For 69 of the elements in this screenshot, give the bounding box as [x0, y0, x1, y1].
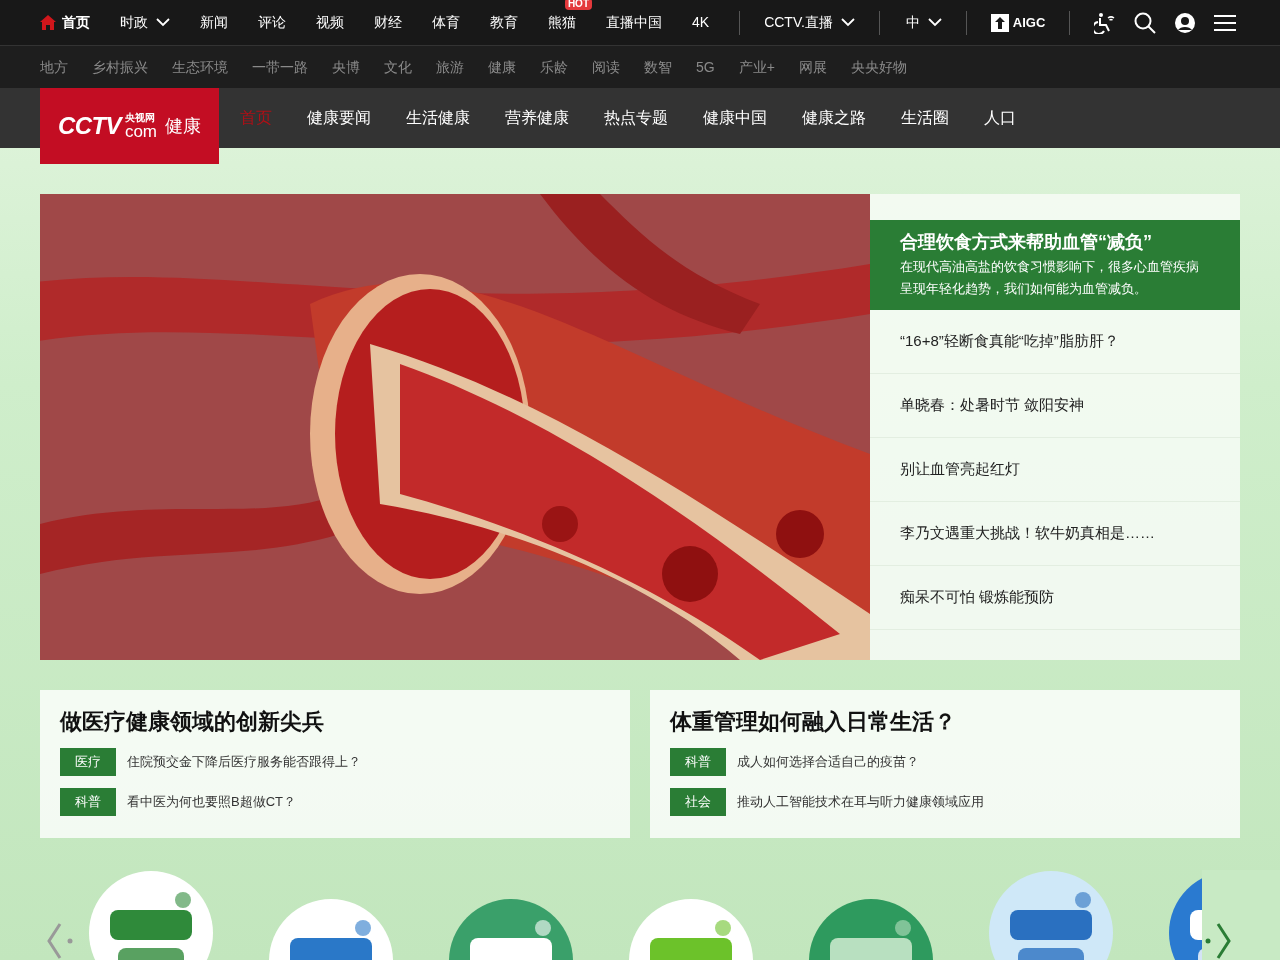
logo-domain: com: [124, 122, 158, 140]
hot-badge: HOT: [564, 0, 592, 10]
headline-link[interactable]: 别让血管亮起红灯: [870, 438, 1240, 502]
aigc-icon: [990, 13, 1009, 32]
category-tag: 科普: [60, 788, 116, 816]
aigc-logo[interactable]: AIGC: [990, 12, 1046, 33]
accessibility-icon[interactable]: [1094, 11, 1117, 34]
menu-icon[interactable]: [1214, 13, 1237, 32]
channel-link[interactable]: 5G: [696, 56, 715, 78]
channel-link[interactable]: 生态环境: [172, 56, 228, 78]
chevron-down-icon: [156, 18, 170, 27]
category-tag: 科普: [670, 748, 726, 776]
nav-link[interactable]: 直播中国: [606, 12, 662, 33]
nav-link[interactable]: 视频: [316, 12, 344, 33]
nav-link[interactable]: 教育: [490, 12, 518, 33]
channel-link[interactable]: 乡村振兴: [92, 56, 148, 78]
featured-headline[interactable]: 合理饮食方式来帮助血管“减负” 在现代高油高盐的饮食习惯影响下，很多心血管疾病呈现年轻化趋势，我们如何能为血管减负。: [870, 220, 1240, 310]
channel-link[interactable]: 央央好物: [850, 56, 907, 78]
nav-link[interactable]: 熊猫: [548, 12, 576, 33]
article-link[interactable]: 推动人工智能技术在耳与听力健康领域应用: [737, 792, 984, 812]
channel-link[interactable]: 乐龄: [540, 56, 568, 78]
section-tab[interactable]: 健康之路: [802, 106, 866, 130]
article-link[interactable]: 成人如何选择合适自己的疫苗？: [737, 752, 919, 772]
section-tab[interactable]: 营养健康: [505, 106, 569, 130]
live-dropdown[interactable]: CCTV.直播: [764, 12, 855, 33]
channel-link[interactable]: 产业+: [738, 56, 775, 78]
home-icon: [40, 15, 56, 30]
article-link[interactable]: 住院预交金下降后医疗服务能否跟得上？: [127, 752, 361, 772]
channel-link[interactable]: 阅读: [592, 56, 620, 78]
channel-link[interactable]: 旅游: [436, 56, 464, 78]
card-title: 做医疗健康领域的创新尖兵: [60, 708, 325, 736]
user-icon[interactable]: [1174, 11, 1197, 34]
channel-link[interactable]: 地方: [40, 56, 68, 78]
headline-link[interactable]: “16+8”轻断食真能“吃掉”脂肪肝？: [870, 310, 1240, 374]
section-tab[interactable]: 人口: [984, 106, 1016, 130]
nav-link[interactable]: 时政: [120, 12, 170, 33]
channel-link[interactable]: 网展: [798, 56, 827, 78]
headline-link[interactable]: 李乃文遇重大挑战！软牛奶真相是……: [870, 502, 1240, 566]
headline-link[interactable]: 单晓春：处暑时节 敛阳安神: [870, 374, 1240, 438]
headline-title: 合理饮食方式来帮助血管“减负”: [900, 231, 1153, 254]
channel-link[interactable]: 数智: [644, 56, 672, 78]
section-tab[interactable]: 生活健康: [406, 106, 470, 130]
nav-link[interactable]: 评论: [258, 12, 286, 33]
category-tag: 医疗: [60, 748, 116, 776]
nav-link[interactable]: 4K: [692, 12, 710, 33]
channel-link[interactable]: 一带一路: [252, 56, 308, 78]
article-link[interactable]: 看中医为何也要照B超做CT？: [127, 792, 296, 812]
section-tab[interactable]: 热点专题: [604, 106, 668, 130]
section-title: 健康: [165, 114, 202, 138]
nav-link[interactable]: 新闻: [200, 12, 228, 33]
card-title: 体重管理如何融入日常生活？: [670, 708, 957, 736]
headline-link[interactable]: 痴呆不可怕 锻炼能预防: [870, 566, 1240, 630]
channel-link[interactable]: 文化: [384, 56, 412, 78]
chevron-down-icon: [927, 18, 942, 27]
nav-link[interactable]: 首页: [40, 12, 90, 33]
logo-subtitle: 央视网: [124, 112, 156, 123]
nav-link[interactable]: 财经: [374, 12, 402, 33]
chevron-down-icon: [840, 18, 855, 27]
section-tab[interactable]: 健康中国: [703, 106, 767, 130]
cctv-wordmark: CCTV: [57, 111, 121, 141]
channel-link[interactable]: 健康: [488, 56, 516, 78]
language-dropdown[interactable]: 中: [905, 12, 942, 33]
section-tab[interactable]: 生活圈: [901, 106, 949, 130]
search-icon[interactable]: [1134, 11, 1157, 34]
headline-summary: 在现代高油高盐的饮食习惯影响下，很多心血管疾病呈现年轻化趋势，我们如何能为血管减负。: [900, 258, 1200, 298]
channel-link[interactable]: 央博: [332, 56, 360, 78]
category-tag: 社会: [670, 788, 726, 816]
section-tab[interactable]: 健康要闻: [307, 106, 371, 130]
nav-link[interactable]: 体育: [432, 12, 460, 33]
